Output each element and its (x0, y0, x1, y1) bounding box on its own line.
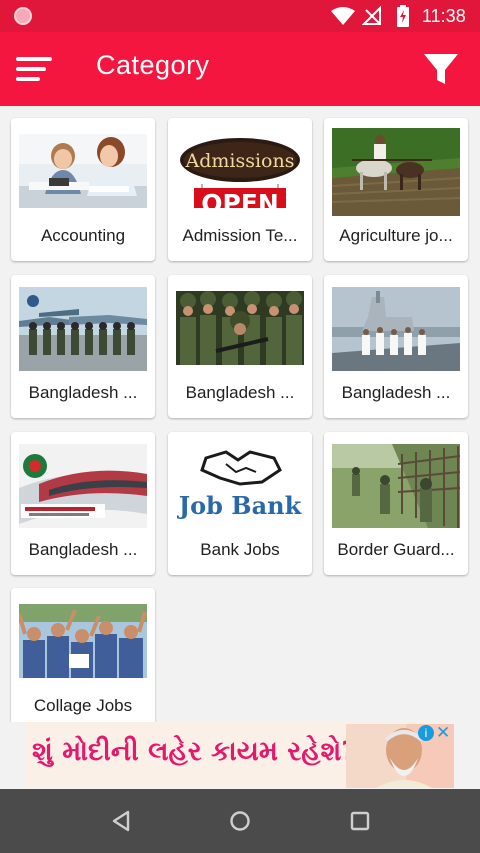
category-label: Bank Jobs (200, 540, 280, 559)
svg-text:Admissions: Admissions (185, 150, 295, 172)
app-bar: Category (0, 32, 480, 106)
ad-info-icon[interactable]: i (418, 725, 434, 741)
back-icon[interactable] (110, 809, 132, 833)
category-label: Bangladesh ... (341, 383, 451, 402)
category-card-agriculture[interactable]: Agriculture jo... (324, 118, 468, 261)
recent-apps-icon[interactable] (349, 809, 371, 833)
category-card-collage-jobs[interactable]: Collage Jobs (11, 588, 155, 722)
category-card-border-guard[interactable]: Border Guard... (324, 432, 468, 575)
ad-close-icon[interactable]: ✕ (436, 723, 450, 743)
category-grid: Accounting Admissions OPEN Admission Te.… (0, 106, 480, 722)
category-card-bank-jobs[interactable]: Job Bank Bank Jobs (168, 432, 312, 575)
category-image-admission: Admissions OPEN (176, 134, 304, 208)
category-image-accounting (19, 134, 147, 208)
page-title: Category (96, 50, 210, 80)
category-card-bangladesh-navy[interactable]: Bangladesh ... (324, 275, 468, 418)
wifi-icon (331, 7, 355, 25)
menu-line (16, 57, 52, 61)
ad-banner[interactable]: શું મોદીની લહેર કાયમ રહેશે? i ✕ (26, 722, 454, 788)
category-card-accounting[interactable]: Accounting (11, 118, 155, 261)
clock: 11:38 (422, 6, 466, 26)
category-label: Admission Te... (182, 226, 298, 245)
category-image-bank-jobs: Job Bank (176, 442, 304, 532)
category-label: Bangladesh ... (28, 540, 138, 559)
category-card-bangladesh-air-force[interactable]: Bangladesh ... (11, 275, 155, 418)
category-label: Collage Jobs (33, 696, 133, 715)
notification-dot-icon (14, 7, 32, 25)
menu-line (16, 77, 40, 81)
svg-text:Job Bank: Job Bank (177, 491, 303, 520)
svg-text:OPEN: OPEN (201, 189, 279, 208)
category-label: Border Guard... (337, 540, 455, 559)
status-bar: 11:38 (0, 0, 480, 32)
category-label: Agriculture jo... (339, 226, 453, 245)
category-image-army (176, 291, 304, 365)
system-nav-bar (0, 789, 480, 853)
battery-charging-icon (397, 5, 409, 27)
category-image-navy (332, 287, 460, 371)
category-card-bangladesh-railway[interactable]: Bangladesh ... (11, 432, 155, 575)
category-label: Bangladesh ... (28, 383, 138, 402)
category-image-agriculture (332, 128, 460, 216)
menu-line (16, 67, 46, 71)
category-image-border-guard (332, 444, 460, 528)
category-image-railway (19, 444, 147, 528)
category-image-air-force (19, 287, 147, 371)
category-label: Bangladesh ... (185, 383, 295, 402)
home-icon[interactable] (229, 809, 251, 833)
no-signal-icon (362, 6, 381, 25)
category-card-bangladesh-army[interactable]: Bangladesh ... (168, 275, 312, 418)
category-card-admission[interactable]: Admissions OPEN Admission Te... (168, 118, 312, 261)
menu-button[interactable] (16, 54, 54, 84)
filter-icon[interactable] (422, 50, 460, 88)
ad-text: શું મોદીની લહેર કાયમ રહેશે? (32, 736, 357, 767)
category-image-collage-jobs (19, 604, 147, 678)
category-label: Accounting (40, 226, 126, 245)
